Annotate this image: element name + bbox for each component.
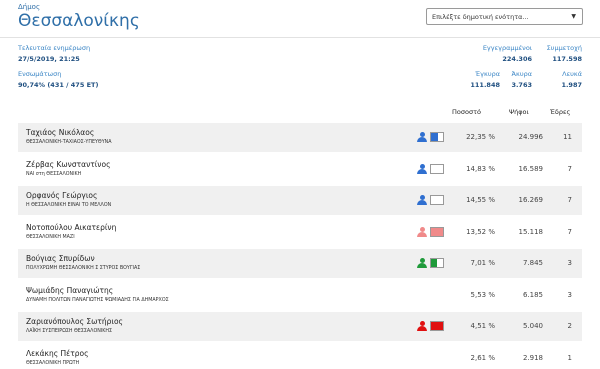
candidate-name: Ζαριανόπουλος Σωτήριος [26, 317, 123, 326]
seats-cell: 2 [567, 322, 572, 330]
candidate-name: Λεκάκης Πέτρος [26, 348, 89, 358]
party-name: ΔΥΝΑΜΗ ΠΟΛΙΤΩΝ ΠΑΝΑΓΙΩΤΗΣ ΨΩΜΙΑΔΗΣ ΓΙΑ Δ… [26, 297, 169, 303]
blank-value: 1.987 [561, 81, 582, 89]
candidate-name: Νοτοπούλου Αικατερίνη [26, 222, 117, 232]
valid-label: Έγκυρα [475, 70, 500, 78]
table-row[interactable]: Λεκάκης Πέτρος ΘΕΣΣΑΛΟΝΙΚΗ ΠΡΩΤΗ 2,61 % 2.9… [18, 344, 582, 369]
person-icon [417, 132, 427, 142]
table-row[interactable]: Ψωμιάδης Παναγιώτης ΔΥΝΑΜΗ ΠΟΛΙΤΩΝ ΠΑΝΑΓΙ… [18, 281, 582, 310]
party-name: ΠΟΛΥΧΡΩΜΗ ΘΕΣΣΑΛΟΝΙΚΗ Σ ΣΤΥΡΟΣ ΒΟΥΓΙΑΣ [26, 266, 141, 271]
percent-cell: 7,01 % [470, 259, 495, 267]
votes-cell: 24.996 [518, 133, 544, 141]
percent-cell: 2,61 % [470, 353, 495, 362]
blank-label: Λευκά [562, 70, 582, 78]
party-name: ΛΑΪΚΗ ΣΥΣΠΕΙΡΩΣΗ ΘΕΣΣΑΛΟΝΙΚΗΣ [26, 329, 113, 334]
votes-cell: 2.918 [522, 353, 543, 362]
candidate-name: Ψωμιάδης Παναγιώτης [26, 285, 114, 295]
turnout-label: Συμμετοχή [546, 44, 582, 52]
candidate-name: Ζέρβας Κωνσταντίνος [26, 159, 111, 169]
table-row[interactable]: Ζαριανόπουλος Σωτήριος ΛΑΪΚΗ ΣΥΣΠΕΙΡΩΣΗ Θ… [18, 312, 582, 341]
column-header-votes: Ψήφοι [509, 108, 529, 116]
percent-cell: 5,53 % [470, 290, 495, 299]
district-select-value: Επιλέξτε δημοτική ενότητα... [432, 13, 529, 21]
last-update-value: 27/5/2019, 21:25 [18, 55, 80, 63]
page-header: Δήμος Θεσσαλονίκης Επιλέξτε δημοτική ενό… [0, 0, 600, 38]
valid-value: 111.848 [470, 81, 500, 89]
votes-cell: 16.589 [518, 164, 544, 173]
votes-cell: 5.040 [522, 322, 543, 330]
turnout-value: 117.598 [552, 55, 582, 63]
chevron-down-icon: ▼ [571, 13, 576, 20]
percent-cell: 22,35 % [466, 133, 495, 141]
municipality-label: Δήμος [18, 3, 41, 11]
seats-cell: 3 [567, 259, 572, 267]
table-row[interactable]: Βούγιας Σπυρίδων ΠΟΛΥΧΡΩΜΗ ΘΕΣΣΑΛΟΝΙΚΗ Σ … [18, 249, 582, 278]
column-header-seats: Έδρες [550, 108, 571, 116]
counted-label: Ενσωμάτωση [18, 70, 62, 78]
votes-cell: 16.269 [518, 196, 544, 204]
person-icon [417, 163, 427, 174]
percent-cell: 14,55 % [466, 196, 495, 204]
percent-cell: 4,51 % [470, 322, 495, 330]
registered-label: Εγγεγραμμένοι [482, 44, 532, 52]
table-row[interactable]: Ζέρβας Κωνσταντίνος ΝΑΙ στη ΘΕΣΣΑΛΟΝΙΚΗ 14… [18, 155, 582, 184]
person-icon [417, 226, 427, 237]
table-row[interactable]: Ταχιάος Νικόλαος ΘΕΣΣΑΛΟΝΙΚΗ-ΤΑΧΙΑΟΣ-ΥΠΕΥ… [18, 123, 582, 152]
district-select[interactable]: Επιλέξτε δημοτική ενότητα... ▼ [426, 8, 583, 25]
column-header-percent: Ποσοστό [452, 108, 481, 116]
party-name: ΘΕΣΣΑΛΟΝΙΚΗ-ΤΑΧΙΑΟΣ-ΥΠΕΥΘΥΝΑ [26, 140, 112, 145]
percent-cell: 13,52 % [466, 227, 495, 236]
seats-cell: 1 [567, 353, 572, 362]
registered-value: 224.306 [502, 55, 532, 63]
invalid-label: Άκυρα [511, 70, 532, 78]
party-name: Η ΘΕΣΣΑΛΟΝΙΚΗ ΕΙΝΑΙ ΤΟ ΜΕΛΛΟΝ [26, 203, 112, 208]
votes-cell: 7.845 [522, 259, 543, 267]
page-title: Θεσσαλονίκης [18, 11, 140, 31]
seats-cell: 7 [567, 196, 572, 204]
party-name: ΝΑΙ στη ΘΕΣΣΑΛΟΝΙΚΗ [26, 171, 82, 177]
seats-cell: 11 [563, 133, 572, 141]
candidate-name: Βούγιας Σπυρίδων [26, 254, 95, 263]
seats-cell: 7 [567, 164, 572, 173]
votes-cell: 15.118 [518, 227, 544, 236]
person-icon [417, 195, 427, 205]
seats-cell: 7 [567, 227, 572, 236]
party-name: ΘΕΣΣΑΛΟΝΙΚΗ ΠΡΩΤΗ [26, 360, 80, 366]
person-icon [417, 258, 427, 268]
table-row[interactable]: Νοτοπούλου Αικατερίνη ΘΕΣΣΑΛΟΝΙΚΗ ΜΑΖΙ 13,… [18, 218, 582, 247]
percent-cell: 14,83 % [466, 164, 495, 173]
table-row[interactable]: Ορφανός Γεώργιος Η ΘΕΣΣΑΛΟΝΙΚΗ ΕΙΝΑΙ ΤΟ Μ… [18, 186, 582, 215]
invalid-value: 3.763 [511, 81, 532, 89]
candidate-name: Ταχιάος Νικόλαος [26, 128, 95, 137]
last-update-label: Τελευταία ενημέρωση [18, 44, 91, 52]
candidate-name: Ορφανός Γεώργιος [26, 191, 98, 200]
seats-cell: 3 [567, 290, 572, 299]
votes-cell: 6.185 [522, 290, 543, 299]
person-icon [417, 321, 427, 331]
counted-value: 90,74% (431 / 475 ΕΤ) [18, 81, 99, 89]
party-name: ΘΕΣΣΑΛΟΝΙΚΗ ΜΑΖΙ [26, 234, 75, 240]
